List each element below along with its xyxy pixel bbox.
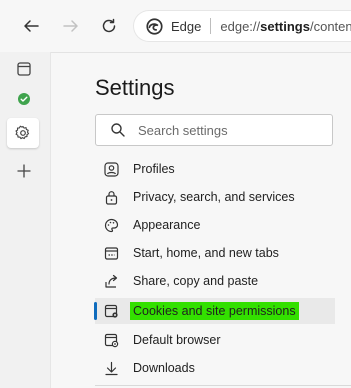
nav-label-share-copy: Share, copy and paste xyxy=(133,274,259,288)
nav-item-start-home[interactable]: Start, home, and new tabs xyxy=(95,240,351,266)
address-bar[interactable]: Edge edge://settings/content xyxy=(134,11,351,41)
plus-icon xyxy=(17,164,31,178)
profile-icon xyxy=(103,161,119,177)
nav-label-appearance: Appearance xyxy=(133,218,201,232)
address-separator xyxy=(210,18,212,34)
back-button[interactable] xyxy=(18,13,44,39)
browser-window: Edge edge://settings/content xyxy=(0,0,351,388)
gear-icon xyxy=(15,125,30,140)
nav-item-cookies-permissions[interactable]: Cookies and site permissions xyxy=(94,298,335,324)
active-indicator xyxy=(94,302,97,320)
cookies-icon xyxy=(103,303,119,319)
search-icon xyxy=(111,123,125,137)
lock-icon xyxy=(103,189,119,205)
forward-button[interactable] xyxy=(58,13,84,39)
nav-item-downloads[interactable]: Downloads xyxy=(95,355,351,381)
nav-label-default-browser: Default browser xyxy=(133,333,221,347)
nav-label-cookies-permissions: Cookies and site permissions xyxy=(130,302,299,320)
appearance-icon xyxy=(103,217,119,233)
sync-status-button[interactable] xyxy=(13,88,35,110)
url-suffix: /content xyxy=(309,18,351,34)
nav-item-appearance[interactable]: Appearance xyxy=(95,212,351,238)
nav-label-privacy: Privacy, search, and services xyxy=(133,190,295,204)
edge-logo-icon xyxy=(146,17,163,35)
sidebar-rail xyxy=(0,52,51,388)
nav-item-profiles[interactable]: Profiles xyxy=(95,156,351,182)
browser-brand-label: Edge xyxy=(171,18,202,34)
settings-content: Settings Search settings Profiles Privac… xyxy=(51,53,351,388)
browser-toolbar: Edge edge://settings/content xyxy=(0,0,351,53)
divider xyxy=(95,385,351,386)
nav-label-profiles: Profiles xyxy=(133,162,175,176)
start-icon xyxy=(103,245,119,261)
add-rail-button[interactable] xyxy=(13,160,35,182)
url-bold: settings xyxy=(260,18,310,34)
settings-rail-button[interactable] xyxy=(7,118,39,148)
nav-label-start-home: Start, home, and new tabs xyxy=(133,246,279,260)
nav-item-share-copy[interactable]: Share, copy and paste xyxy=(95,268,351,294)
nav-label-downloads: Downloads xyxy=(133,361,195,375)
forward-arrow-icon xyxy=(63,20,78,32)
tabs-icon xyxy=(17,62,31,76)
default-browser-icon xyxy=(103,332,119,348)
nav-item-default-browser[interactable]: Default browser xyxy=(95,327,351,353)
refresh-button[interactable] xyxy=(96,13,122,39)
url-text[interactable]: edge://settings/content xyxy=(220,19,351,34)
page-title: Settings xyxy=(95,75,175,100)
nav-item-privacy[interactable]: Privacy, search, and services xyxy=(95,184,351,210)
share-icon xyxy=(103,273,119,289)
tab-actions-button[interactable] xyxy=(13,58,35,80)
search-settings-field[interactable]: Search settings xyxy=(95,114,333,146)
refresh-icon xyxy=(102,18,116,33)
check-circle-icon xyxy=(18,93,30,105)
back-arrow-icon xyxy=(24,20,39,32)
url-prefix: edge:// xyxy=(220,18,261,34)
download-icon xyxy=(103,360,119,376)
search-placeholder: Search settings xyxy=(138,122,228,138)
